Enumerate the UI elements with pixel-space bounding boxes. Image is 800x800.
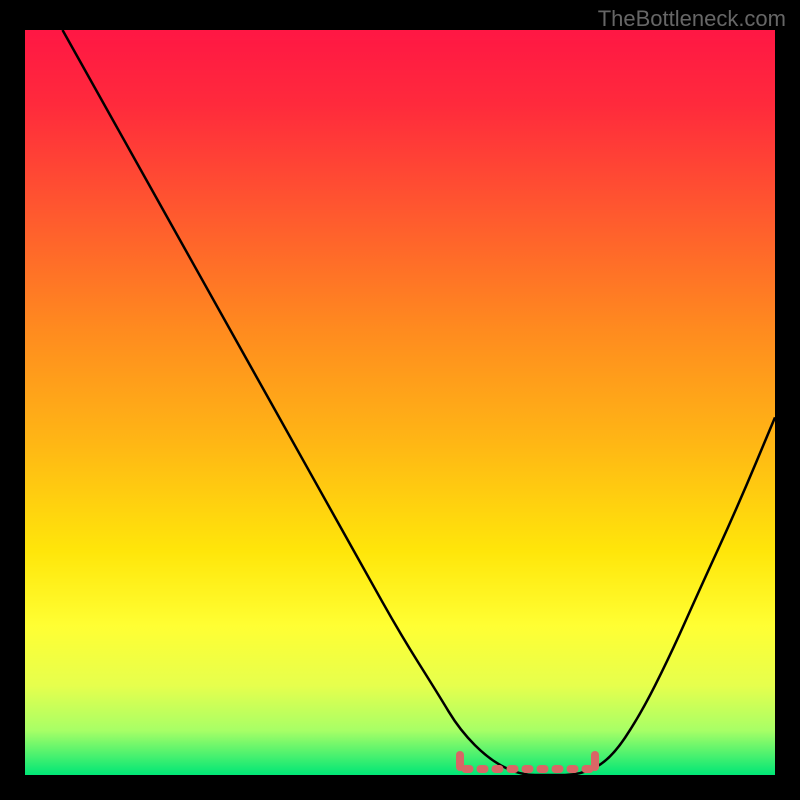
bottleneck-chart xyxy=(25,30,775,775)
chart-plot-area xyxy=(25,30,775,775)
watermark-text: TheBottleneck.com xyxy=(598,6,786,32)
gradient-background xyxy=(25,30,775,775)
